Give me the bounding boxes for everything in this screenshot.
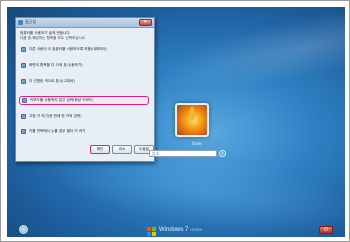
contrast-icon — [21, 79, 26, 84]
brand-edition: Home — [190, 227, 203, 232]
ok-button[interactable]: 확인 — [90, 145, 110, 154]
login-background: 접근성 ✕ 컴퓨터를 사용하기 쉽게 만듭니다 다음 중 해당하는 항목을 모두… — [7, 7, 345, 237]
ease-of-access-button[interactable] — [19, 225, 28, 234]
option-label: 더 선명한 색으로 표시(고대비) — [29, 79, 75, 83]
option-on-screen-keyboard[interactable]: 키보드를 사용하지 않고 입력(화상 키보드) — [19, 96, 149, 105]
shutdown-button[interactable]: ⏻ — [319, 226, 333, 234]
password-input[interactable]: 암호 — [149, 150, 217, 157]
user-picture[interactable] — [175, 103, 209, 137]
option-label: 다른 사람이 이 컴퓨터를 사용하도록 허용(내레이터) — [29, 47, 107, 51]
magnifier-icon — [21, 63, 26, 68]
cancel-button[interactable]: 취소 — [112, 145, 132, 154]
windows-logo-icon — [147, 227, 156, 236]
sticky-keys-icon — [21, 114, 26, 119]
dialog-content: 컴퓨터를 사용하기 쉽게 만듭니다 다음 중 해당하는 항목을 모두 선택하십시… — [20, 31, 152, 41]
submit-arrow-button[interactable]: › — [219, 150, 226, 157]
windows-brand: Windows 7 Home — [159, 227, 202, 233]
keyboard-icon — [22, 98, 27, 103]
ease-of-access-dialog: 접근성 ✕ 컴퓨터를 사용하기 쉽게 만듭니다 다음 중 해당하는 항목을 모두… — [15, 17, 155, 162]
dialog-instruction: 다음 중 해당하는 항목을 모두 선택하십시오 — [20, 36, 86, 40]
close-button[interactable]: ✕ — [139, 19, 152, 26]
option-magnifier[interactable]: 화면의 항목을 더 크게 표시(돋보기) — [19, 62, 149, 71]
option-high-contrast[interactable]: 더 선명한 색으로 표시(고대비) — [19, 78, 149, 87]
option-narrator[interactable]: 다른 사람이 이 컴퓨터를 사용하도록 허용(내레이터) — [19, 46, 149, 55]
option-label: 키를 반복해서 누를 경우 필터 키 켜기 — [29, 129, 86, 133]
ease-of-access-icon — [18, 20, 23, 25]
option-label: 고정 키 켜기(한 번에 한 키씩 입력) — [29, 114, 82, 118]
option-label: 키보드를 사용하지 않고 입력(화상 키보드) — [30, 98, 94, 102]
option-filter-keys[interactable]: 키를 반복해서 누를 경우 필터 키 켜기 — [19, 128, 149, 137]
dialog-titlebar: 접근성 ✕ — [16, 18, 154, 28]
option-label: 화면의 항목을 더 크게 표시(돋보기) — [29, 63, 83, 67]
flower-icon — [189, 107, 195, 121]
brand-name: Windows 7 — [159, 227, 189, 233]
narrator-icon — [21, 47, 26, 52]
username-label: User — [191, 142, 203, 147]
option-sticky-keys[interactable]: 고정 키 켜기(한 번에 한 키씩 입력) — [19, 113, 149, 122]
dialog-title: 접근성 — [25, 19, 37, 24]
background-light-streak — [154, 7, 345, 108]
filter-keys-icon — [21, 129, 26, 134]
screenshot-frame: 접근성 ✕ 컴퓨터를 사용하기 쉽게 만듭니다 다음 중 해당하는 항목을 모두… — [0, 0, 350, 242]
